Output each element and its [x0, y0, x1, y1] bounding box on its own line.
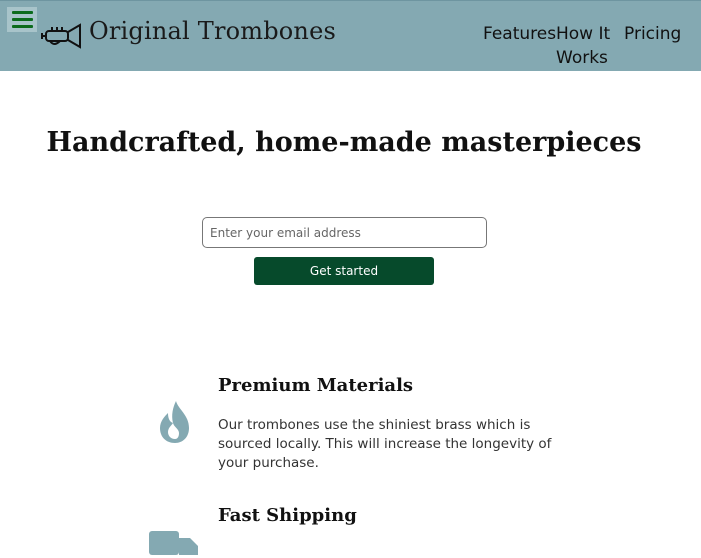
feature-title-fast-shipping: Fast Shipping — [218, 505, 357, 526]
feature-title-premium-materials: Premium Materials — [218, 375, 414, 396]
brand-name[interactable]: Original Trombones — [89, 17, 336, 45]
email-input[interactable] — [202, 217, 487, 248]
trumpet-icon — [41, 23, 81, 49]
get-started-button[interactable]: Get started — [254, 257, 434, 285]
nav-features[interactable]: Features — [483, 22, 556, 46]
hamburger-menu-icon[interactable] — [7, 7, 37, 32]
nav-how-it-works[interactable]: How It Works — [556, 22, 616, 70]
feature-description-premium-materials: Our trombones use the shiniest brass whi… — [218, 417, 552, 471]
hero-title: Handcrafted, home-made masterpieces — [46, 127, 642, 158]
flame-icon — [160, 401, 189, 443]
truck-icon — [149, 531, 198, 555]
nav-pricing[interactable]: Pricing — [624, 22, 681, 46]
site-header: Original Trombones Features How It Works… — [0, 0, 701, 71]
